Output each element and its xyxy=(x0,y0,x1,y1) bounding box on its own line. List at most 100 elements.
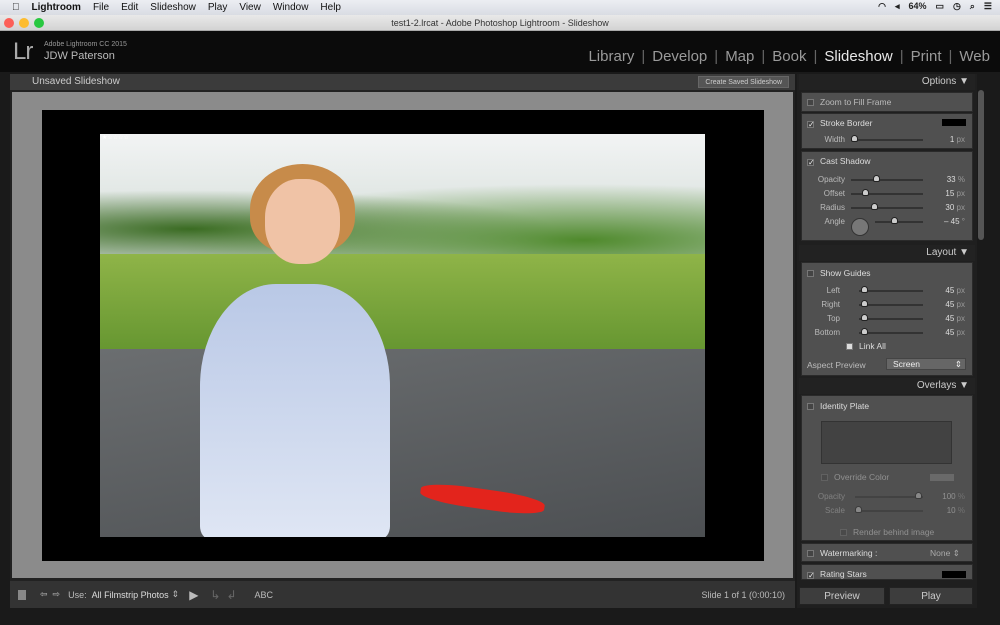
aspect-preview-label: Aspect Preview xyxy=(807,360,866,370)
play-button[interactable]: Play xyxy=(889,587,973,605)
overlay-opacity-slider[interactable] xyxy=(855,492,923,499)
search-icon[interactable]: ⌕ xyxy=(970,1,975,12)
radius-value[interactable]: 30 px xyxy=(925,203,965,212)
offset-value[interactable]: 15 px xyxy=(925,189,965,198)
render-behind-checkbox[interactable]: Render behind image xyxy=(840,527,934,537)
menu-edit[interactable]: Edit xyxy=(121,2,138,13)
create-saved-slideshow-button[interactable]: Create Saved Slideshow xyxy=(698,76,789,88)
cast-shadow-checkbox[interactable]: ✓ Cast Shadow xyxy=(807,156,871,167)
grid-view-icon[interactable] xyxy=(18,589,26,600)
width-label: Width xyxy=(824,135,845,144)
previous-arrow-icon[interactable]: ⇦ xyxy=(40,589,48,600)
lightroom-logo: Lr xyxy=(13,38,33,65)
module-book[interactable]: Book xyxy=(772,48,806,65)
slideshow-title: Unsaved Slideshow xyxy=(32,76,120,87)
top-value[interactable]: 45 px xyxy=(925,314,965,323)
zoom-to-fill-checkbox[interactable]: Zoom to Fill Frame xyxy=(807,97,891,107)
scale-slider[interactable] xyxy=(855,506,923,513)
slideshow-header: Unsaved Slideshow Create Saved Slideshow xyxy=(10,74,795,90)
battery-icon[interactable]: ▭ xyxy=(936,1,945,12)
left-slider[interactable] xyxy=(859,286,923,293)
watermark-select[interactable]: None ⇕ xyxy=(930,548,960,559)
overlay-opacity-value[interactable]: 100 % xyxy=(925,492,965,501)
battery-text[interactable]: 64% xyxy=(908,1,926,12)
list-icon[interactable]: ☰ xyxy=(984,1,992,12)
angle-value[interactable]: – 45 ° xyxy=(925,217,965,226)
use-select[interactable]: All Filmstrip Photos xyxy=(92,590,169,600)
top-slider[interactable] xyxy=(859,314,923,321)
top-label: Top xyxy=(827,314,840,323)
module-web[interactable]: Web xyxy=(959,48,990,65)
bottom-slider[interactable] xyxy=(859,328,923,335)
play-icon[interactable]: ▶ xyxy=(189,588,198,602)
clock-icon[interactable]: ◷ xyxy=(953,1,961,12)
wifi-icon[interactable]: ◠ xyxy=(878,1,886,12)
radius-slider[interactable] xyxy=(851,203,923,210)
close-button[interactable] xyxy=(4,18,14,28)
overlay-opacity-label: Opacity xyxy=(817,492,845,501)
width-slider[interactable] xyxy=(851,135,923,142)
scale-value[interactable]: 10 % xyxy=(925,506,965,515)
toolbar: ⇦ ⇨ Use: All Filmstrip Photos ⇕ ▶ ↳ ↲ AB… xyxy=(10,581,795,608)
rotate-right-icon[interactable]: ↲ xyxy=(226,588,236,602)
stroke-color-swatch[interactable] xyxy=(942,119,966,126)
menu-play[interactable]: Play xyxy=(208,2,227,13)
left-label: Left xyxy=(826,286,840,295)
identity-plate-checkbox[interactable]: Identity Plate xyxy=(807,401,869,411)
use-label: Use: xyxy=(68,589,87,600)
aspect-preview-select[interactable]: Screen ⇕ xyxy=(886,358,966,370)
options-panel-header[interactable]: Options ▼ xyxy=(799,74,975,90)
minimize-button[interactable] xyxy=(19,18,29,28)
angle-slider[interactable] xyxy=(875,217,923,224)
identity-plate-preview[interactable] xyxy=(821,421,952,464)
rotate-left-icon[interactable]: ↳ xyxy=(210,588,220,602)
volume-icon[interactable]: ◂ xyxy=(895,1,900,12)
stroke-border-checkbox[interactable]: ✓ Stroke Border xyxy=(807,118,872,129)
right-slider[interactable] xyxy=(859,300,923,307)
module-map[interactable]: Map xyxy=(725,48,754,65)
menu-app[interactable]: Lightroom xyxy=(32,2,81,13)
module-develop[interactable]: Develop xyxy=(652,48,707,65)
scale-label: Scale xyxy=(824,506,845,515)
zoom-button[interactable] xyxy=(34,18,44,28)
rating-stars-checkbox[interactable]: ✓ Rating Stars xyxy=(807,569,867,580)
width-value: 1 px xyxy=(949,135,965,144)
left-value[interactable]: 45 px xyxy=(925,286,965,295)
apple-icon[interactable]:  xyxy=(12,2,20,13)
title-bar: test1-2.lrcat - Adobe Photoshop Lightroo… xyxy=(0,15,1000,31)
menu-window[interactable]: Window xyxy=(273,2,309,13)
right-value[interactable]: 45 px xyxy=(925,300,965,309)
opacity-value[interactable]: 33 % xyxy=(925,175,965,184)
preview-button[interactable]: Preview xyxy=(799,587,885,605)
layout-panel-header[interactable]: Layout ▼ xyxy=(799,245,975,261)
identity-plate-name: JDW Paterson xyxy=(44,50,115,62)
bottom-value[interactable]: 45 px xyxy=(925,328,965,337)
panel-scrollbar[interactable] xyxy=(978,90,984,240)
radius-label: Radius xyxy=(820,203,845,212)
opacity-slider[interactable] xyxy=(851,175,923,182)
rating-color-swatch[interactable] xyxy=(942,571,966,578)
window-title: test1-2.lrcat - Adobe Photoshop Lightroo… xyxy=(391,18,609,28)
add-text-button[interactable]: ABC xyxy=(255,590,274,600)
slide-photo[interactable]: ★☆☆☆☆ xyxy=(100,134,705,537)
link-all-checkbox[interactable]: Link All xyxy=(846,341,886,351)
menu-view[interactable]: View xyxy=(239,2,261,13)
watermarking-checkbox[interactable]: Watermarking : xyxy=(807,548,877,558)
version-text: Adobe Lightroom CC 2015 xyxy=(44,41,127,48)
offset-label: Offset xyxy=(823,189,845,198)
show-guides-checkbox[interactable]: Show Guides xyxy=(807,268,871,278)
override-color-checkbox[interactable]: Override Color xyxy=(821,472,889,482)
offset-slider[interactable] xyxy=(851,189,923,196)
menu-file[interactable]: File xyxy=(93,2,109,13)
next-arrow-icon[interactable]: ⇨ xyxy=(53,589,61,600)
module-library[interactable]: Library xyxy=(588,48,634,65)
override-color-swatch[interactable] xyxy=(930,474,954,481)
menu-help[interactable]: Help xyxy=(320,2,341,13)
menu-slideshow[interactable]: Slideshow xyxy=(150,2,196,13)
module-slideshow[interactable]: Slideshow xyxy=(824,48,892,65)
angle-dial[interactable] xyxy=(851,218,869,236)
module-print[interactable]: Print xyxy=(911,48,942,65)
slide-status: Slide 1 of 1 (0:00:10) xyxy=(701,589,785,600)
chevron-updown-icon: ⇕ xyxy=(171,589,180,599)
overlays-panel-header[interactable]: Overlays ▼ xyxy=(799,378,975,394)
